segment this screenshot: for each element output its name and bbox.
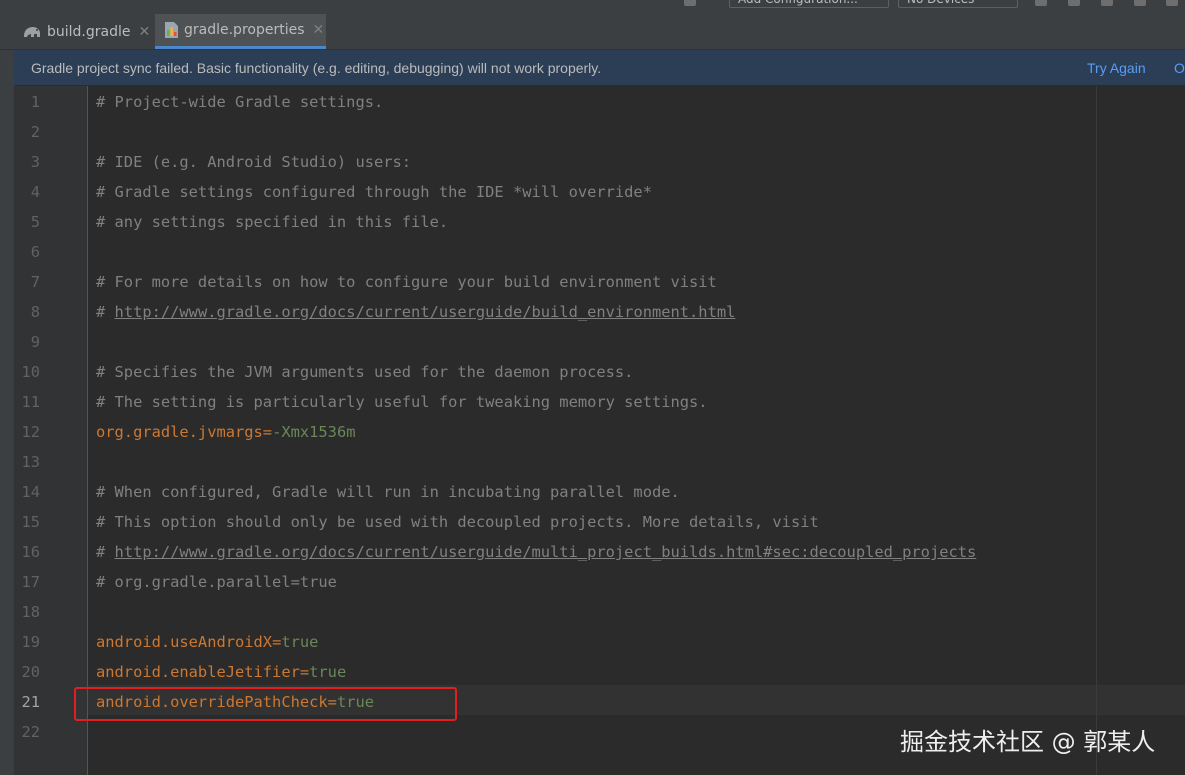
property-value: -Xmx1536m (272, 423, 356, 441)
tab-label: build.gradle (47, 23, 131, 40)
comment-text: # The setting is particularly useful for… (96, 393, 708, 411)
line-number: 4 (30, 183, 40, 201)
line-number: 7 (30, 273, 40, 291)
run-configuration-dropdown[interactable]: Add Configuration... (729, 0, 889, 8)
code-line[interactable]: android.enableJetifier=true (96, 657, 346, 687)
main-toolbar: Add Configuration... No Devices (0, 0, 1185, 14)
comment-text: # For more details on how to configure y… (96, 273, 717, 291)
code-line[interactable]: # http://www.gradle.org/docs/current/use… (96, 537, 976, 567)
line-number: 16 (21, 543, 40, 561)
property-key: android.enableJetifier (96, 663, 300, 681)
line-number: 1 (30, 93, 40, 111)
comment-text: # IDE (e.g. Android Studio) users: (96, 153, 412, 171)
line-number: 8 (30, 303, 40, 321)
line-number: 10 (21, 363, 40, 381)
code-line[interactable]: # Gradle settings configured through the… (96, 177, 652, 207)
editor-tab-bar: build.gradle ✕ gradle.properties ✕ (0, 14, 1185, 50)
line-number: 13 (21, 453, 40, 471)
comment-text: # any settings specified in this file. (96, 213, 449, 231)
code-line[interactable]: org.gradle.jvmargs=-Xmx1536m (96, 417, 355, 447)
property-value: true (309, 663, 347, 681)
line-number: 19 (21, 633, 40, 651)
url-link[interactable]: http://www.gradle.org/docs/current/userg… (115, 303, 736, 321)
try-again-link[interactable]: Try Again (1087, 60, 1146, 76)
line-number: 22 (21, 723, 40, 741)
comment-text: # When configured, Gradle will run in in… (96, 483, 680, 501)
properties-file-icon (165, 22, 178, 38)
line-number: 11 (21, 393, 40, 411)
annotation-highlight-box (74, 687, 457, 721)
sync-failed-banner: Gradle project sync failed. Basic functi… (14, 50, 1185, 85)
device-dropdown[interactable]: No Devices (898, 0, 1018, 8)
build-icon[interactable] (684, 0, 696, 6)
code-line[interactable]: # org.gradle.parallel=true (96, 567, 337, 597)
tab-label: gradle.properties (184, 22, 305, 38)
open-link-partial[interactable]: O (1174, 60, 1185, 76)
comment-text: # Specifies the JVM arguments used for t… (96, 363, 634, 381)
code-line[interactable]: # Specifies the JVM arguments used for t… (96, 357, 633, 387)
line-number: 15 (21, 513, 40, 531)
line-number: 2 (30, 123, 40, 141)
code-line[interactable]: # When configured, Gradle will run in in… (96, 477, 680, 507)
line-number: 14 (21, 483, 40, 501)
tab-build-gradle[interactable]: build.gradle ✕ (14, 14, 153, 49)
comment-text: # Gradle settings configured through the… (96, 183, 652, 201)
sdk-manager-icon[interactable] (1166, 0, 1178, 6)
property-equals: = (262, 423, 273, 441)
run-icon[interactable] (1035, 0, 1047, 6)
code-line[interactable]: android.useAndroidX=true (96, 627, 318, 657)
comment-prefix: # (96, 303, 115, 321)
profile-icon[interactable] (1101, 0, 1113, 6)
code-line[interactable]: # Project-wide Gradle settings. (96, 87, 383, 117)
line-number: 21 (21, 693, 40, 711)
line-number: 6 (30, 243, 40, 261)
property-equals: = (272, 633, 282, 651)
comment-prefix: # (96, 543, 115, 561)
line-number: 3 (30, 153, 40, 171)
code-line[interactable]: # http://www.gradle.org/docs/current/use… (96, 297, 735, 327)
gradle-elephant-icon (24, 26, 40, 37)
property-equals: = (299, 663, 310, 681)
watermark: 掘金技术社区 @ 郭某人 (900, 728, 1156, 756)
line-number: 5 (30, 213, 40, 231)
line-number: 18 (21, 603, 40, 621)
property-key: android.useAndroidX (96, 633, 273, 651)
comment-text: # Project-wide Gradle settings. (96, 93, 384, 111)
close-icon[interactable]: ✕ (139, 24, 151, 40)
code-line[interactable]: # The setting is particularly useful for… (96, 387, 708, 417)
tab-gradle-properties[interactable]: gradle.properties ✕ (155, 14, 326, 49)
line-number: 12 (21, 423, 40, 441)
code-line[interactable]: # This option should only be used with d… (96, 507, 819, 537)
code-line[interactable]: # IDE (e.g. Android Studio) users: (96, 147, 411, 177)
line-number: 20 (21, 663, 40, 681)
code-line[interactable]: # For more details on how to configure y… (96, 267, 717, 297)
comment-text: # org.gradle.parallel=true (96, 573, 337, 591)
url-link[interactable]: http://www.gradle.org/docs/current/userg… (115, 543, 977, 561)
property-key: org.gradle.jvmargs (96, 423, 263, 441)
right-margin-guide (1096, 86, 1097, 775)
close-icon[interactable]: ✕ (313, 22, 325, 38)
project-panel-edge[interactable] (0, 14, 15, 775)
debug-icon[interactable] (1068, 0, 1080, 6)
line-number: 17 (21, 573, 40, 591)
property-value: true (281, 633, 319, 651)
banner-message: Gradle project sync failed. Basic functi… (31, 59, 602, 76)
settings-icon[interactable] (1134, 0, 1146, 6)
line-number: 9 (30, 333, 40, 351)
comment-text: # This option should only be used with d… (96, 513, 819, 531)
code-line[interactable]: # any settings specified in this file. (96, 207, 448, 237)
